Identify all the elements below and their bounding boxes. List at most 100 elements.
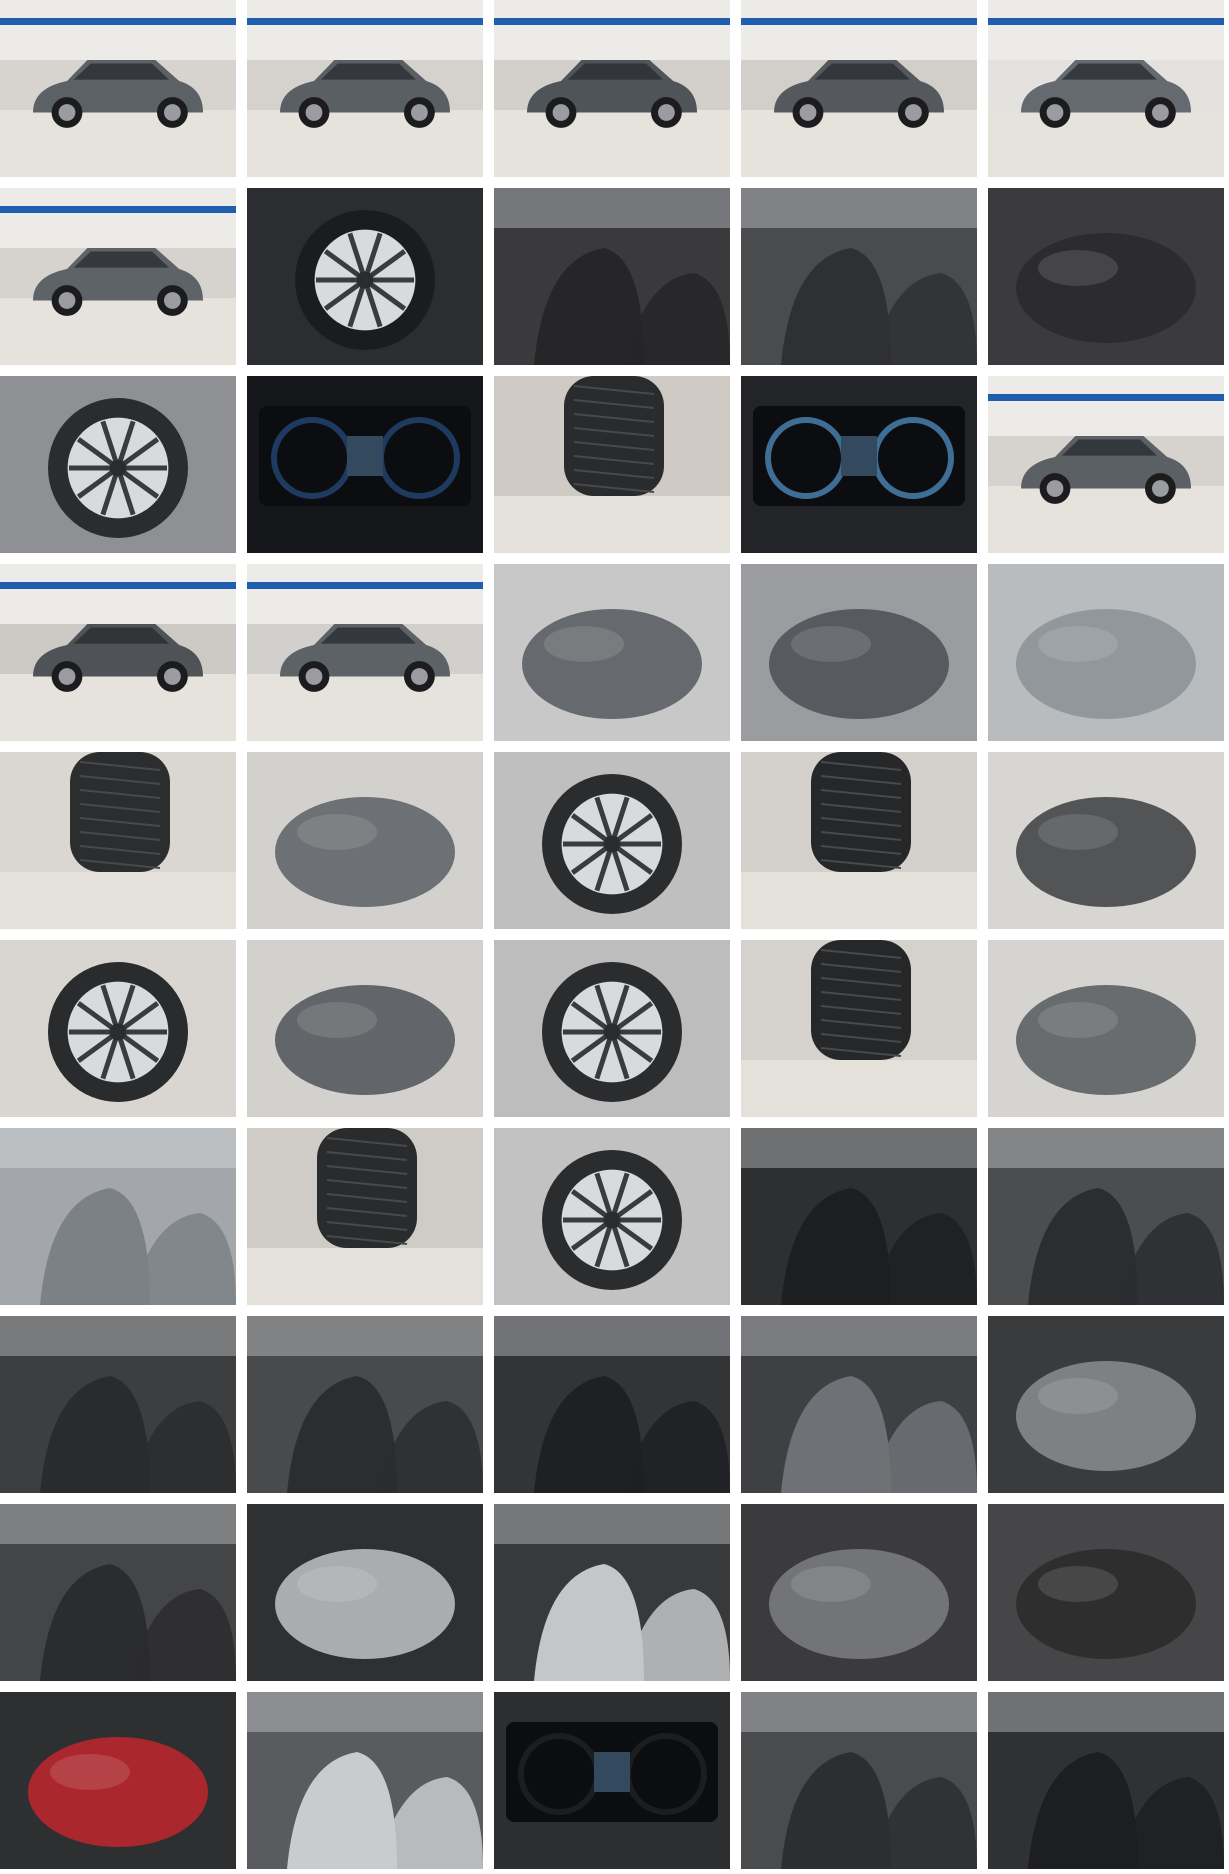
thumbnail-image-trunk-button-closeup (0, 1692, 236, 1869)
thumbnail-image-sunroof-headliner (247, 1504, 483, 1681)
gallery-thumbnail[interactable] (0, 0, 236, 177)
thumbnail-image-hood-front-view (247, 940, 483, 1117)
gallery-thumbnail[interactable] (494, 376, 730, 553)
thumbnail-image-front-wheel (0, 376, 236, 553)
gallery-thumbnail[interactable] (741, 188, 977, 365)
thumbnail-image-seats-door-open (247, 1316, 483, 1493)
thumbnail-image-car-rear-showroom (0, 564, 236, 741)
thumbnail-image-tire-floor-view (0, 752, 236, 929)
thumbnail-image-tire-closeup (494, 376, 730, 553)
gallery-thumbnail[interactable] (247, 1692, 483, 1869)
thumbnail-image-charging-cable-bag (988, 1504, 1224, 1681)
gallery-thumbnail[interactable] (741, 752, 977, 929)
thumbnail-image-wheel-arch-front (0, 940, 236, 1117)
gallery-thumbnail[interactable] (247, 188, 483, 365)
gallery-thumbnail[interactable] (741, 1128, 977, 1305)
gallery-thumbnail[interactable] (247, 1128, 483, 1305)
gallery-thumbnail[interactable] (494, 1316, 730, 1493)
thumbnail-image-front-door-panel (247, 1692, 483, 1869)
thumbnail-image-trunk (988, 188, 1224, 365)
gallery-thumbnail[interactable] (0, 752, 236, 929)
gallery-thumbnail[interactable] (494, 940, 730, 1117)
thumbnail-image-car-rear-right (741, 0, 977, 177)
gallery-thumbnail[interactable] (494, 564, 730, 741)
gallery-thumbnail[interactable] (988, 1316, 1224, 1493)
thumbnail-image-front-seats-door-open (741, 188, 977, 365)
thumbnail-image-underbody-side (988, 940, 1224, 1117)
thumbnail-image-panoramic-sunroof (988, 1316, 1224, 1493)
thumbnail-image-front-seat-driver-view (988, 1128, 1224, 1305)
thumbnail-image-car-front-three-quarter (0, 188, 236, 365)
gallery-thumbnail[interactable] (988, 1692, 1224, 1869)
gallery-thumbnail[interactable] (494, 752, 730, 929)
gallery-thumbnail[interactable] (0, 564, 236, 741)
thumbnail-image-front-bumper-closeup (494, 564, 730, 741)
thumbnail-image-dashboard-center (494, 1692, 730, 1869)
gallery-thumbnail[interactable] (0, 1692, 236, 1869)
gallery-thumbnail[interactable] (988, 940, 1224, 1117)
gallery-thumbnail[interactable] (247, 376, 483, 553)
thumbnail-image-front-seat-closeup (0, 1316, 236, 1493)
gallery-thumbnail[interactable] (494, 0, 730, 177)
thumbnail-image-car-rear-left (494, 0, 730, 177)
gallery-thumbnail[interactable] (988, 376, 1224, 553)
thumbnail-image-rear-bumper-closeup (741, 564, 977, 741)
gallery-thumbnail[interactable] (741, 1316, 977, 1493)
thumbnail-image-side-skirt-view (247, 752, 483, 929)
thumbnail-image-wheel-side (494, 940, 730, 1117)
thumbnail-image-tire-tread-rear (741, 940, 977, 1117)
gallery-thumbnail[interactable] (988, 188, 1224, 365)
gallery-thumbnail[interactable] (494, 1692, 730, 1869)
thumbnail-image-door-interior-panel (494, 1316, 730, 1493)
gallery-thumbnail[interactable] (0, 1316, 236, 1493)
gallery-thumbnail[interactable] (247, 940, 483, 1117)
gallery-thumbnail[interactable] (988, 1504, 1224, 1681)
thumbnail-image-tire-tread (741, 752, 977, 929)
thumbnail-image-car-front-left-showroom (0, 0, 236, 177)
thumbnail-image-car-front-right-showroom (247, 0, 483, 177)
thumbnail-image-car-front-showroom (988, 376, 1224, 553)
thumbnail-image-tire-sidewall (247, 1128, 483, 1305)
gallery-thumbnail[interactable] (0, 188, 236, 365)
thumbnail-image-underbody-rear (988, 752, 1224, 929)
gallery-thumbnail[interactable] (494, 1504, 730, 1681)
gallery-thumbnail[interactable] (988, 1128, 1224, 1305)
gallery-thumbnail[interactable] (988, 0, 1224, 177)
thumbnail-image-car-side (988, 0, 1224, 177)
thumbnail-image-rear-door-panel (494, 1504, 730, 1681)
gallery-thumbnail[interactable] (741, 1504, 977, 1681)
thumbnail-image-door-panel-exterior (0, 1128, 236, 1305)
thumbnail-image-car-front-grille (247, 564, 483, 741)
thumbnail-image-steering-wheel (247, 188, 483, 365)
gallery-thumbnail[interactable] (0, 1504, 236, 1681)
thumbnail-image-windshield-closeup (988, 564, 1224, 741)
gallery-thumbnail[interactable] (247, 1504, 483, 1681)
thumbnail-image-dashboard-passenger-side (741, 1128, 977, 1305)
thumbnail-image-dashboard-driver-side (988, 1692, 1224, 1869)
gallery-thumbnail[interactable] (741, 1692, 977, 1869)
gallery-thumbnail[interactable] (741, 376, 977, 553)
gallery-thumbnail[interactable] (247, 1316, 483, 1493)
gallery-thumbnail[interactable] (247, 752, 483, 929)
gallery-thumbnail[interactable] (988, 752, 1224, 929)
gallery-thumbnail[interactable] (741, 0, 977, 177)
thumbnail-image-front-seats-open-door (741, 1692, 977, 1869)
photo-gallery-grid (0, 0, 1229, 1874)
gallery-thumbnail[interactable] (494, 1128, 730, 1305)
thumbnail-image-infotainment-camera (741, 376, 977, 553)
gallery-thumbnail[interactable] (0, 376, 236, 553)
gallery-thumbnail[interactable] (247, 564, 483, 741)
gallery-thumbnail[interactable] (494, 188, 730, 365)
gallery-thumbnail[interactable] (988, 564, 1224, 741)
thumbnail-image-wheel-front-right (494, 1128, 730, 1305)
gallery-thumbnail[interactable] (0, 1128, 236, 1305)
thumbnail-image-rear-wheel (494, 752, 730, 929)
thumbnail-image-instrument-cluster (247, 376, 483, 553)
gallery-thumbnail[interactable] (0, 940, 236, 1117)
thumbnail-image-rear-seat-row (0, 1504, 236, 1681)
thumbnail-image-trunk-floor-cables (741, 1504, 977, 1681)
gallery-thumbnail[interactable] (741, 564, 977, 741)
thumbnail-image-door-speaker-closeup (741, 1316, 977, 1493)
gallery-thumbnail[interactable] (741, 940, 977, 1117)
gallery-thumbnail[interactable] (247, 0, 483, 177)
